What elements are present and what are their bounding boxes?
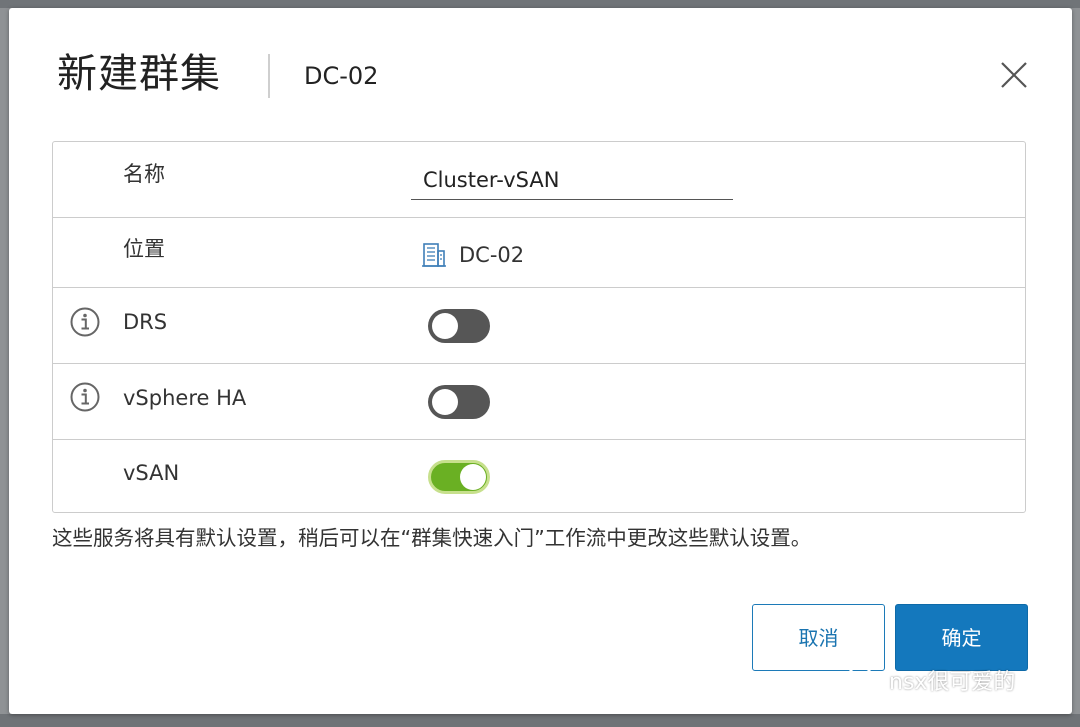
- toggle-knob: [460, 464, 486, 490]
- close-icon[interactable]: [994, 58, 1034, 94]
- location-text: DC-02: [459, 243, 525, 267]
- drs-label: DRS: [123, 310, 168, 334]
- new-cluster-dialog: 新建群集 DC-02 名称 位置: [9, 8, 1072, 714]
- watermark-text: nsx很可爱的: [889, 670, 1016, 695]
- watermark: nsx很可爱的: [845, 660, 1015, 700]
- datacenter-building-icon: [422, 243, 446, 267]
- dialog-title: 新建群集: [57, 51, 221, 97]
- form-row-vsan: vSAN: [53, 440, 1025, 512]
- ha-label: vSphere HA: [123, 386, 247, 410]
- background-app-footer: [0, 714, 1080, 727]
- dialog-subtitle: DC-02: [304, 62, 379, 90]
- cluster-name-input[interactable]: [411, 160, 733, 200]
- vsan-toggle[interactable]: [428, 460, 490, 494]
- drs-info-icon[interactable]: [69, 306, 101, 338]
- form-row-location: 位置 DC-02: [53, 218, 1025, 288]
- title-divider: [268, 54, 270, 98]
- form-row-ha: vSphere HA: [53, 364, 1025, 440]
- cluster-form: 名称 位置 DC-02: [52, 141, 1026, 513]
- ha-toggle[interactable]: [428, 385, 490, 419]
- vsan-label: vSAN: [123, 461, 180, 485]
- location-value: DC-02: [421, 240, 524, 270]
- location-label: 位置: [123, 237, 165, 261]
- wechat-icon: [846, 665, 882, 694]
- drs-toggle[interactable]: [428, 309, 490, 343]
- toggle-knob: [432, 389, 458, 415]
- ha-info-icon[interactable]: [69, 381, 101, 413]
- form-row-name: 名称: [53, 142, 1025, 218]
- form-row-drs: DRS: [53, 288, 1025, 364]
- background-app-header: [0, 0, 1080, 8]
- toggle-knob: [432, 313, 458, 339]
- default-settings-hint: 这些服务将具有默认设置，稍后可以在“群集快速入门”工作流中更改这些默认设置。: [52, 526, 812, 550]
- name-label: 名称: [123, 162, 165, 186]
